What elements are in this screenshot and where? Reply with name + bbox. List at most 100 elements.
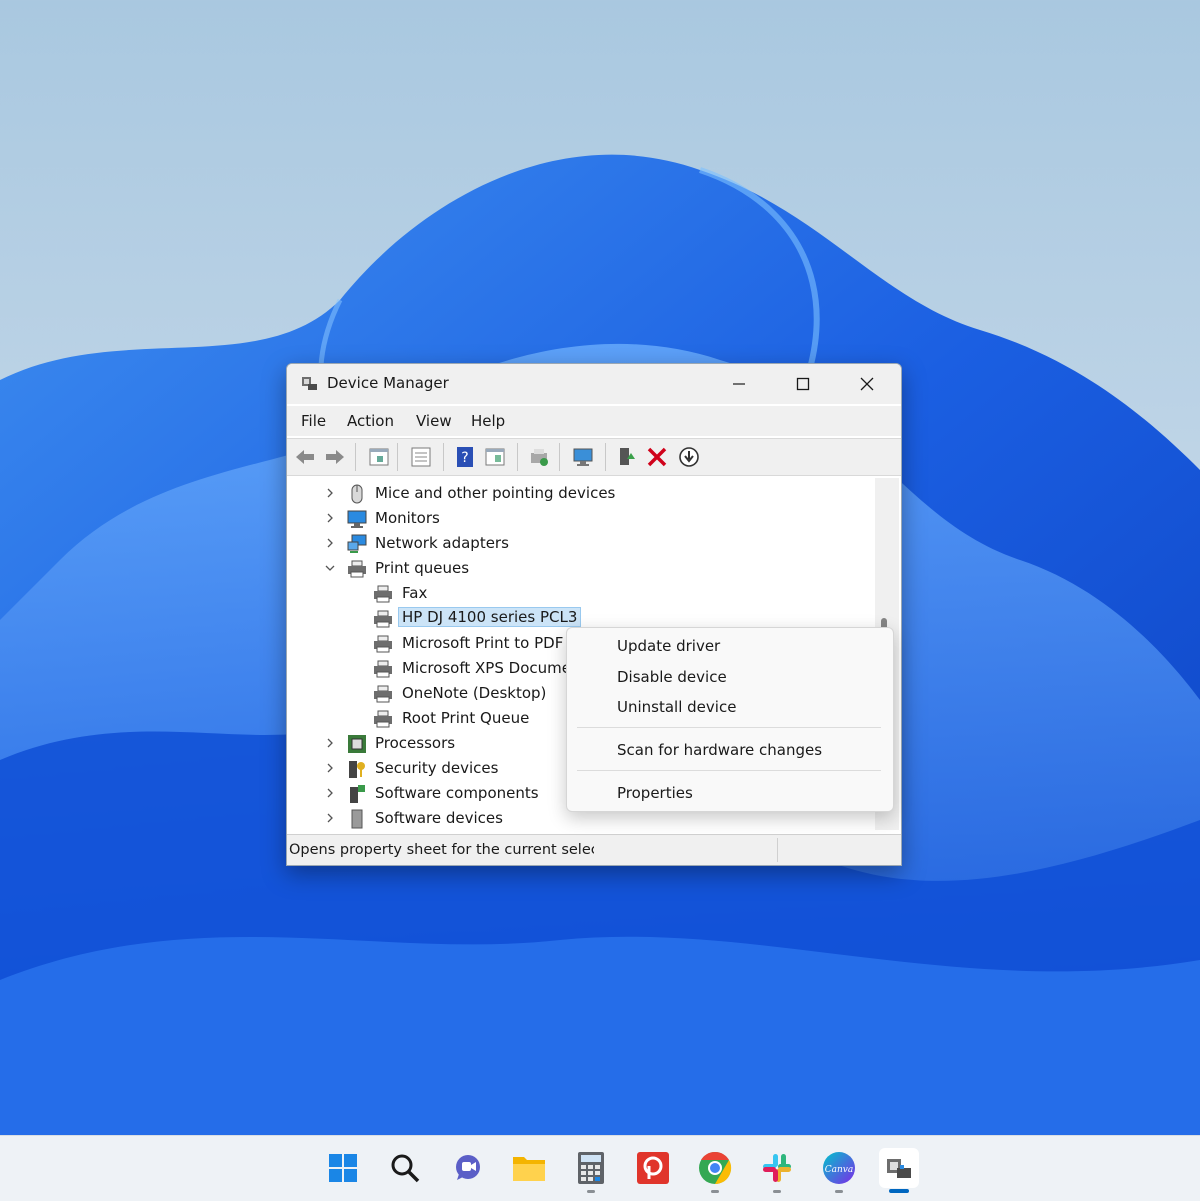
active-indicator — [889, 1189, 909, 1193]
tree-item-label: Software devices — [375, 809, 503, 827]
context-scan-hardware[interactable]: Scan for hardware changes — [617, 741, 822, 759]
slack-button[interactable] — [757, 1148, 797, 1188]
title-bar[interactable]: Device Manager — [287, 364, 901, 404]
tree-item-label: Microsoft XPS Docume — [402, 659, 571, 677]
monitor-icon — [347, 510, 367, 528]
tree-item-label: Monitors — [375, 509, 440, 527]
close-icon — [860, 377, 874, 391]
maximize-button[interactable] — [775, 364, 831, 404]
pocket-icon — [637, 1152, 669, 1184]
canva-logo-text: Canva — [825, 1165, 854, 1175]
tree-item-monitors[interactable]: Monitors — [289, 506, 875, 531]
view-icon[interactable] — [483, 445, 507, 469]
printer-icon — [374, 710, 392, 728]
menu-view[interactable]: View — [416, 412, 452, 430]
chevron-right-icon[interactable] — [323, 761, 337, 775]
chat-button[interactable] — [447, 1148, 487, 1188]
update-driver-icon[interactable] — [527, 445, 551, 469]
context-update-driver[interactable]: Update driver — [617, 637, 720, 655]
minimize-icon — [733, 383, 745, 385]
tree-item-label: Print queues — [375, 559, 470, 577]
menu-help[interactable]: Help — [471, 412, 505, 430]
maximize-icon — [796, 377, 810, 391]
tree-item-mice[interactable]: Mice and other pointing devices — [289, 481, 875, 506]
chevron-right-icon[interactable] — [323, 736, 337, 750]
menu-bar: File Action View Help — [287, 406, 901, 436]
canva-icon: Canva — [823, 1152, 855, 1184]
chat-icon — [456, 1155, 480, 1180]
show-hide-tree-icon[interactable] — [409, 445, 433, 469]
svg-text:?: ? — [461, 450, 468, 466]
help-icon[interactable]: ? — [453, 445, 477, 469]
slack-icon — [763, 1154, 791, 1182]
printer-icon — [374, 660, 392, 678]
menu-separator — [577, 727, 881, 728]
device-manager-taskbar-button[interactable] — [879, 1148, 919, 1188]
tree-item-label: OneNote (Desktop) — [402, 684, 547, 702]
running-indicator — [587, 1190, 595, 1193]
tree-item-label: Microsoft Print to PDF — [402, 634, 564, 652]
context-disable-device[interactable]: Disable device — [617, 668, 727, 686]
status-text: Opens property sheet for the current sel… — [289, 842, 594, 858]
chevron-right-icon[interactable] — [323, 486, 337, 500]
context-menu: Update driver Disable device Uninstall d… — [566, 627, 894, 812]
device-manager-icon — [887, 1159, 911, 1178]
printer-icon — [374, 610, 392, 628]
printer-icon — [374, 585, 392, 603]
tree-item-label: Fax — [402, 584, 428, 602]
software-component-icon — [350, 785, 365, 803]
minimize-button[interactable] — [711, 364, 767, 404]
context-uninstall-device[interactable]: Uninstall device — [617, 698, 736, 716]
pocket-button[interactable] — [633, 1148, 673, 1188]
printer-icon — [374, 635, 392, 653]
taskbar: Canva — [0, 1135, 1200, 1201]
tree-item-print-queues[interactable]: Print queues — [289, 556, 875, 581]
chevron-right-icon[interactable] — [323, 536, 337, 550]
security-device-icon — [349, 761, 365, 778]
forward-arrow-icon[interactable] — [323, 445, 347, 469]
menu-file[interactable]: File — [301, 412, 326, 430]
tree-item-label: Mice and other pointing devices — [375, 484, 616, 502]
window-title: Device Manager — [327, 374, 449, 392]
running-indicator — [773, 1190, 781, 1193]
tree-item-label: Network adapters — [375, 534, 509, 552]
search-button[interactable] — [385, 1148, 425, 1188]
chevron-down-icon[interactable] — [323, 561, 337, 575]
tree-item-fax[interactable]: Fax — [289, 581, 875, 606]
printer-icon — [348, 560, 366, 578]
context-properties[interactable]: Properties — [617, 784, 693, 802]
chevron-right-icon[interactable] — [323, 811, 337, 825]
chevron-right-icon[interactable] — [323, 511, 337, 525]
menu-action[interactable]: Action — [347, 412, 394, 430]
status-divider — [777, 838, 778, 862]
start-icon — [329, 1154, 357, 1182]
canva-button[interactable]: Canva — [819, 1148, 859, 1188]
disable-device-icon[interactable] — [677, 445, 701, 469]
enable-device-icon[interactable] — [615, 445, 639, 469]
chevron-right-icon[interactable] — [323, 786, 337, 800]
calculator-button[interactable] — [571, 1148, 611, 1188]
uninstall-icon[interactable] — [645, 445, 669, 469]
device-manager-icon — [302, 377, 317, 390]
tree-item-label: Software components — [375, 784, 539, 802]
start-button[interactable] — [323, 1148, 363, 1188]
tree-item-label: Processors — [375, 734, 456, 752]
back-arrow-icon[interactable] — [293, 445, 317, 469]
tree-item-label: HP DJ 4100 series PCL3 — [398, 607, 582, 627]
tree-item-label: Root Print Queue — [402, 709, 530, 727]
file-explorer-button[interactable] — [509, 1148, 549, 1188]
file-explorer-icon — [513, 1157, 545, 1181]
properties-icon[interactable] — [367, 445, 391, 469]
calculator-icon — [578, 1152, 604, 1184]
network-adapter-icon — [347, 534, 367, 553]
scan-hardware-icon[interactable] — [571, 445, 595, 469]
chrome-button[interactable] — [695, 1148, 735, 1188]
printer-icon — [374, 685, 392, 703]
tree-item-network-adapters[interactable]: Network adapters — [289, 531, 875, 556]
close-button[interactable] — [839, 364, 895, 404]
software-device-icon — [351, 809, 363, 829]
status-bar: Opens property sheet for the current sel… — [287, 834, 901, 865]
mouse-icon — [351, 484, 363, 504]
tree-item-label: Security devices — [375, 759, 499, 777]
processor-icon — [348, 735, 366, 753]
